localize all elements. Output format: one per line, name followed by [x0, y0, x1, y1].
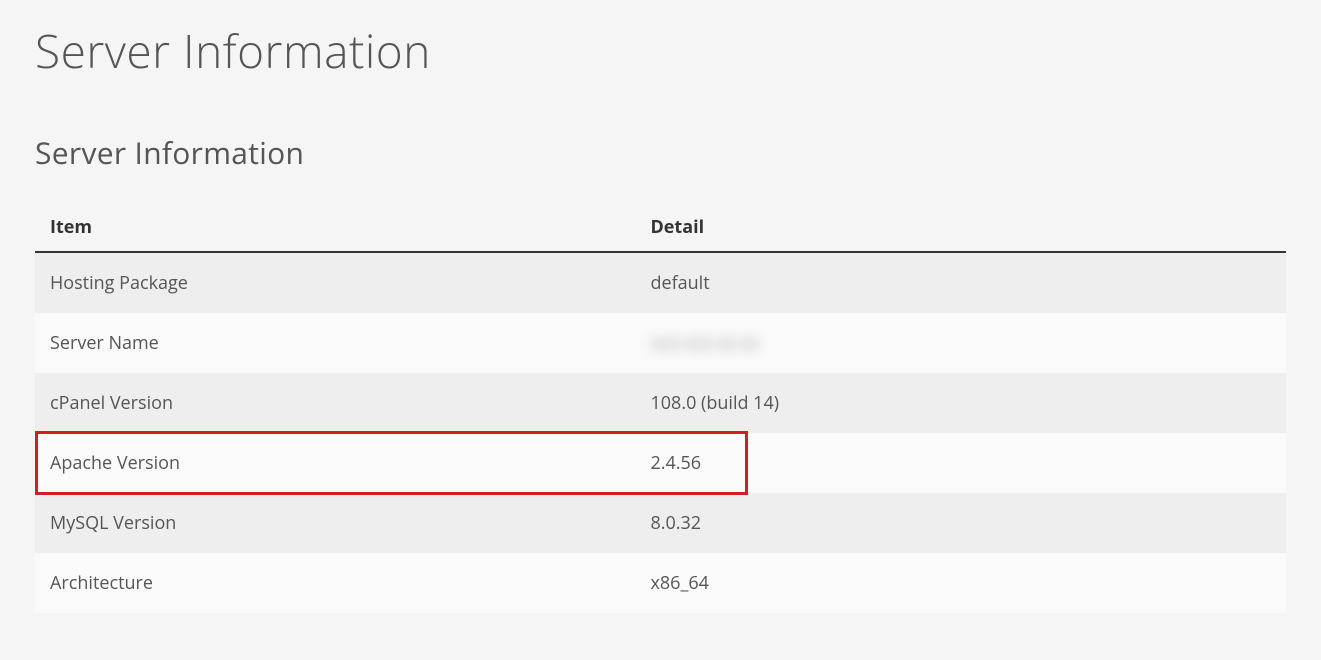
table-row: Architecture x86_64 — [35, 553, 1286, 613]
cell-detail: 8.0.32 — [635, 493, 1286, 553]
cell-detail: 108.0 (build 14) — [635, 373, 1286, 433]
cell-item: Apache Version — [35, 433, 635, 493]
cell-detail-value: xxx xxx xx xx — [650, 331, 758, 355]
cell-detail: xxx xxx xx xx — [635, 313, 1286, 373]
page-title: Server Information — [35, 20, 1286, 82]
cell-detail-value: 2.4.56 — [650, 451, 701, 475]
table-row: Apache Version 2.4.56 — [35, 433, 1286, 493]
cell-detail: 2.4.56 — [635, 433, 1286, 493]
cell-item: cPanel Version — [35, 373, 635, 433]
cell-item: MySQL Version — [35, 493, 635, 553]
table-body: Hosting Package default Server Name xxx xxx… — [35, 252, 1286, 613]
cell-item: Server Name — [35, 313, 635, 373]
cell-detail-value: x86_64 — [650, 571, 708, 595]
server-info-table: Item Detail Hosting Package default Server… — [35, 203, 1286, 613]
cell-detail-value: 8.0.32 — [650, 511, 701, 535]
cell-detail: default — [635, 252, 1286, 313]
cell-item: Hosting Package — [35, 252, 635, 313]
cell-detail-value: default — [650, 271, 709, 295]
section-title: Server Information — [35, 132, 1286, 173]
server-info-table-wrapper: Item Detail Hosting Package default Server… — [35, 203, 1286, 613]
header-item: Item — [35, 203, 635, 252]
cell-detail-value: 108.0 (build 14) — [650, 391, 779, 415]
table-row: MySQL Version 8.0.32 — [35, 493, 1286, 553]
table-header-row: Item Detail — [35, 203, 1286, 252]
cell-item: Architecture — [35, 553, 635, 613]
table-row: Server Name xxx xxx xx xx — [35, 313, 1286, 373]
header-detail: Detail — [635, 203, 1286, 252]
cell-detail: x86_64 — [635, 553, 1286, 613]
table-row: Hosting Package default — [35, 252, 1286, 313]
table-row: cPanel Version 108.0 (build 14) — [35, 373, 1286, 433]
